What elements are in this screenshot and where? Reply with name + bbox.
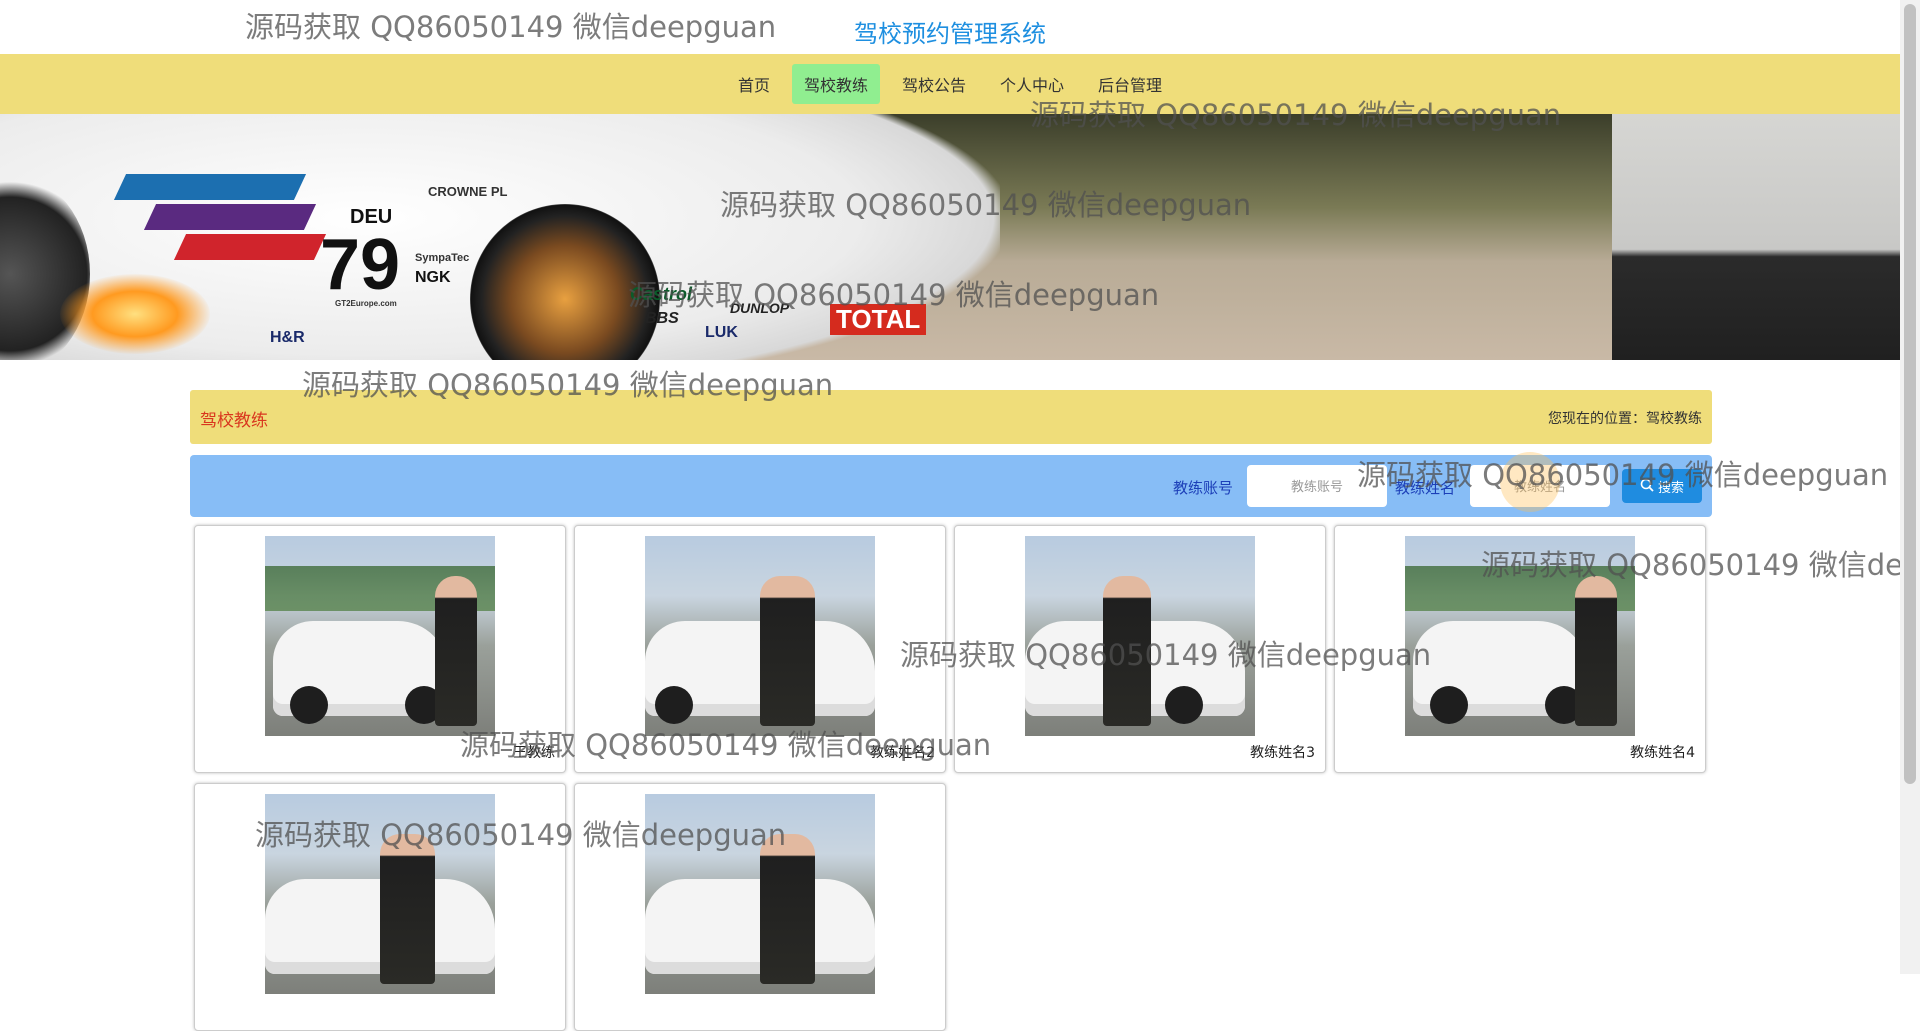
- coach-name-label: 教练姓名: [1395, 479, 1456, 497]
- coach-grid: 王教练 教练姓名2 教练姓名3 教练姓名4: [190, 525, 1712, 1031]
- coach-name: 教练姓名2: [870, 745, 935, 761]
- coach-name: 王教练: [513, 745, 555, 761]
- search-icon: [1640, 478, 1654, 495]
- sponsor-hr: H&R: [270, 329, 305, 346]
- section-title: 驾校教练: [200, 411, 268, 431]
- sponsor-sympatec: SympaTec: [415, 252, 470, 264]
- breadcrumb-bar: 驾校教练 您现在的位置：驾校教练: [190, 390, 1712, 444]
- sponsor-bbs: BBS: [645, 310, 679, 327]
- nav-item-home[interactable]: 首页: [726, 64, 782, 104]
- nav-item-notices[interactable]: 驾校公告: [890, 64, 978, 104]
- sponsor-dunlop: DUNLOP: [730, 300, 790, 316]
- coach-photo: [645, 536, 875, 736]
- scrollbar-thumb[interactable]: [1904, 4, 1916, 784]
- main-nav: 首页 驾校教练 驾校公告 个人中心 后台管理: [0, 54, 1900, 114]
- coach-card[interactable]: [194, 783, 566, 1031]
- page-scrollbar[interactable]: [1900, 0, 1920, 974]
- site-header: 驾校预约管理系统: [0, 0, 1900, 54]
- coach-card[interactable]: 教练姓名3: [954, 525, 1326, 773]
- sponsor-luk: LUK: [705, 324, 738, 341]
- sponsor-gt2: GT2Europe.com: [335, 299, 397, 308]
- nav-item-coaches[interactable]: 驾校教练: [791, 64, 880, 104]
- coach-card[interactable]: 教练姓名2: [574, 525, 946, 773]
- coach-account-input[interactable]: [1247, 465, 1387, 507]
- main-content: 驾校教练 您现在的位置：驾校教练 教练账号 教练姓名 搜索 王教练: [190, 390, 1712, 1031]
- banner-background: [1612, 114, 1900, 360]
- car-country: DEU: [350, 206, 393, 228]
- coach-name: 教练姓名3: [1250, 745, 1315, 761]
- search-bar: 教练账号 教练姓名 搜索: [190, 455, 1712, 517]
- coach-card[interactable]: 教练姓名4: [1334, 525, 1706, 773]
- coach-name: 教练姓名4: [1630, 745, 1695, 761]
- exhaust-flame: [60, 274, 210, 354]
- mouse-cursor-highlight: [1500, 452, 1560, 512]
- breadcrumb: 您现在的位置：驾校教练: [1548, 411, 1702, 427]
- search-button-label: 搜索: [1657, 479, 1684, 495]
- coach-photo: [265, 536, 495, 736]
- coach-photo: [1025, 536, 1255, 736]
- coach-card[interactable]: 王教练: [194, 525, 566, 773]
- search-button[interactable]: 搜索: [1622, 469, 1702, 503]
- coach-photo: [1405, 536, 1635, 736]
- sponsor-total: TOTAL: [830, 304, 927, 335]
- car-stripe-purple: [143, 204, 317, 230]
- nav-item-profile[interactable]: 个人中心: [988, 64, 1076, 104]
- car-stripe-red: [173, 234, 327, 260]
- banner-image: 79 DEU CROWNE PL TOTAL DUNLOP Castrol BB…: [0, 114, 1900, 360]
- car-number: 79: [320, 225, 401, 305]
- coach-card[interactable]: [574, 783, 946, 1031]
- sponsor-ngk: NGK: [415, 269, 451, 286]
- site-title: 驾校预约管理系统: [854, 20, 1046, 48]
- coach-photo: [645, 794, 875, 994]
- sponsor-castrol: Castrol: [630, 284, 693, 304]
- coach-photo: [265, 794, 495, 994]
- car-stripe-blue: [113, 174, 307, 200]
- sponsor-crowne: CROWNE PL: [428, 184, 508, 199]
- coach-account-label: 教练账号: [1173, 479, 1234, 497]
- nav-item-admin[interactable]: 后台管理: [1086, 64, 1174, 104]
